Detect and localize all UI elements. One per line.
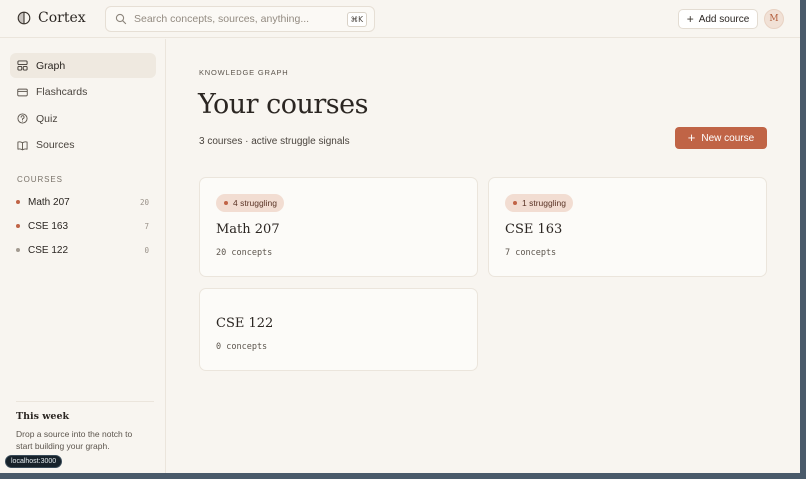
course-card-title: Math 207 [216,222,280,237]
course-card-meta: 0 concepts [216,342,268,352]
new-course-label: New course [701,132,755,144]
status-dot [224,201,228,205]
course-count: 20 [139,197,149,207]
sidebar-item-label: Graph [36,59,66,72]
struggling-badge: 1 struggling [505,194,573,212]
this-week-text: Drop a source into the notch to start bu… [16,429,133,451]
course-status-dot [16,248,20,252]
sidebar-course-cse-122[interactable]: CSE 122 0 [10,238,156,262]
sidebar-item-flashcards[interactable]: Flashcards [10,80,156,105]
course-status-dot [16,200,20,204]
sidebar-nav: Graph Flashcards Quiz Sources [10,53,156,159]
brand-name: Cortex [38,10,86,26]
course-card-title: CSE 122 [216,316,274,331]
quiz-icon [17,113,28,124]
sidebar-course-cse-163[interactable]: CSE 163 7 [10,214,156,238]
search-input[interactable] [134,13,347,25]
avatar[interactable]: M [764,9,784,29]
search-bar[interactable]: ⌘K [105,6,375,32]
struggling-badge: 4 struggling [216,194,284,212]
course-count: 7 [144,221,149,231]
top-header: Cortex ⌘K + Add source M [0,0,800,38]
plus-icon: + [687,130,696,145]
search-icon [115,13,127,25]
course-count: 0 [144,245,149,255]
app-window: Cortex ⌘K + Add source M Graph [0,0,800,473]
course-card-cse-122[interactable]: CSE 122 0 concepts [199,288,478,371]
book-icon [17,140,28,150]
brand[interactable]: Cortex [17,10,86,26]
page-title: Your courses [198,89,368,120]
course-name: CSE 122 [28,244,69,256]
add-source-label: Add source [698,13,750,25]
flashcards-icon [17,88,28,96]
main-content: KNOWLEDGE GRAPH Your courses 3 courses ·… [166,39,800,473]
course-card-meta: 20 concepts [216,248,273,258]
course-card-math-207[interactable]: 4 struggling Math 207 20 concepts [199,177,478,277]
shortcut-hint: ⌘K [346,11,367,27]
course-name: CSE 163 [28,220,69,232]
course-card-meta: 7 concepts [505,248,557,258]
badge-label: 1 struggling [522,198,566,208]
course-status-dot [16,224,20,228]
this-week-title: This week [16,411,70,422]
graph-icon [17,60,28,71]
sidebar-item-quiz[interactable]: Quiz [10,106,156,131]
sidebar-item-sources[interactable]: Sources [10,133,156,158]
page-subtitle: 3 courses · active struggle signals [199,136,350,147]
add-source-button[interactable]: + Add source [678,9,758,29]
course-list: Math 207 20 CSE 163 7 CSE 122 0 [10,190,156,262]
cortex-logo-icon [17,11,31,25]
sidebar-item-label: Sources [36,139,75,151]
sidebar-course-math-207[interactable]: Math 207 20 [10,190,156,214]
dev-url-badge: localhost:3000 [5,455,63,468]
course-card-cse-163[interactable]: 1 struggling CSE 163 7 concepts [488,177,767,277]
course-card-title: CSE 163 [505,222,563,237]
section-eyebrow: KNOWLEDGE GRAPH [199,68,289,77]
course-name: Math 207 [28,196,70,208]
status-dot [513,201,517,205]
plus-icon: + [686,12,694,26]
divider [16,401,154,402]
sidebar: Graph Flashcards Quiz Sources COURSES Ma… [0,39,166,473]
sidebar-item-graph[interactable]: Graph [10,53,156,78]
sidebar-item-label: Flashcards [36,86,88,98]
sidebar-item-label: Quiz [36,112,58,125]
courses-section-label: COURSES [17,175,63,184]
new-course-button[interactable]: + New course [675,127,767,149]
badge-label: 4 struggling [233,198,277,208]
